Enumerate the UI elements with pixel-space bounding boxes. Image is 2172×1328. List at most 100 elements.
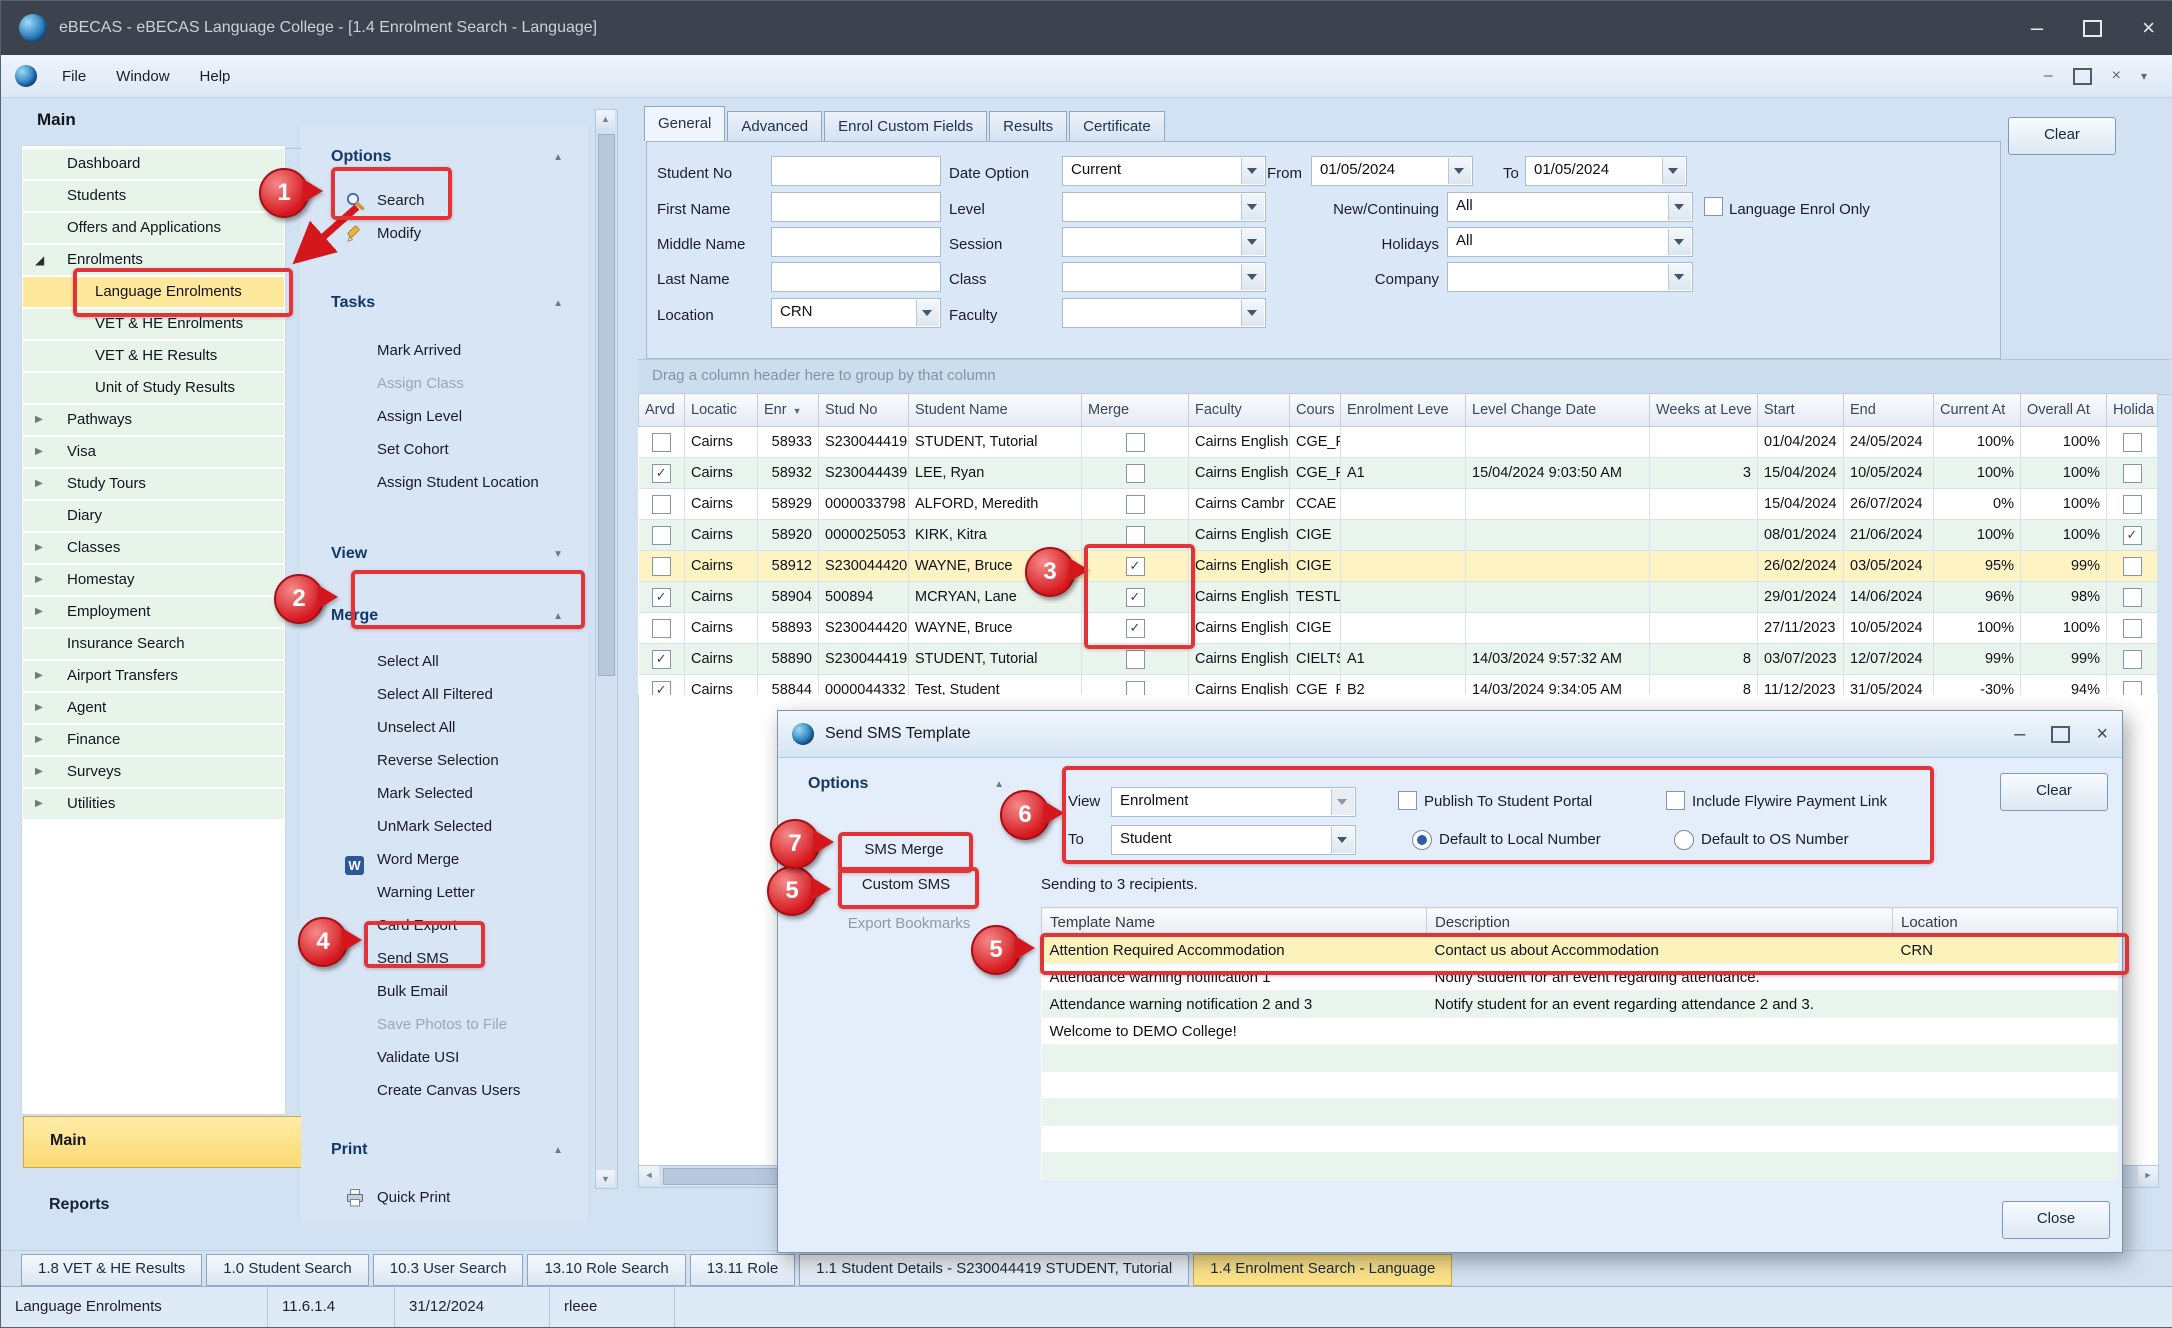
collapse-arrow-icon[interactable]: ▲ (553, 152, 563, 163)
tab-advanced[interactable]: Advanced (727, 111, 822, 141)
column-header-level-change-date[interactable]: Level Change Date (1466, 394, 1650, 427)
table-row[interactable]: Cairns58893S230044420WAYNE, BruceCairns … (639, 613, 2158, 644)
collapsed-triangle-icon[interactable]: ▶ (35, 565, 57, 595)
merge-checkbox[interactable] (1126, 464, 1145, 483)
column-header-merge[interactable]: Merge (1082, 394, 1189, 427)
sidebar-item-vet-he-results[interactable]: VET & HE Results (23, 341, 284, 371)
column-header-enrolment-leve[interactable]: Enrolment Leve (1341, 394, 1466, 427)
action-mark-selected[interactable]: Mark Selected (301, 777, 587, 810)
action-bulk-email[interactable]: Bulk Email (301, 975, 587, 1008)
collapse-arrow-icon[interactable]: ▲ (553, 611, 563, 622)
location-select[interactable]: CRN (771, 298, 941, 328)
dialog-minimize-button[interactable]: – (2014, 723, 2025, 746)
tab-certificate[interactable]: Certificate (1069, 111, 1165, 141)
sidebar-item-vet-he-enrolments[interactable]: VET & HE Enrolments (23, 309, 284, 339)
cell-arvd[interactable] (639, 644, 685, 675)
column-header-holida[interactable]: Holida (2107, 394, 2158, 427)
dialog-close-action-button[interactable]: Close (2002, 1201, 2110, 1239)
cell-arvd[interactable] (639, 582, 685, 613)
action-reverse-selection[interactable]: Reverse Selection (301, 744, 587, 777)
cell-holiday[interactable] (2107, 489, 2158, 520)
action-unmark-selected[interactable]: UnMark Selected (301, 810, 587, 843)
arvd-checkbox[interactable] (652, 557, 671, 576)
mdi-minimize-icon[interactable]: – (2044, 67, 2053, 85)
scroll-down-icon[interactable]: ▼ (596, 1170, 615, 1188)
action-warning-letter[interactable]: Warning Letter (301, 876, 587, 909)
scroll-right-icon[interactable]: ► (2138, 1166, 2158, 1185)
view-select[interactable]: Enrolment (1111, 787, 1356, 817)
arvd-checkbox[interactable] (652, 588, 671, 607)
cell-holiday[interactable] (2107, 644, 2158, 675)
sidebar-item-agent[interactable]: ▶Agent (23, 693, 284, 723)
action-card-export[interactable]: Card Export (301, 909, 587, 942)
action-assign-level[interactable]: Assign Level (301, 400, 587, 433)
sidebar-item-enrolments[interactable]: ◢Enrolments (23, 245, 284, 275)
holiday-checkbox[interactable] (2123, 464, 2142, 483)
tab-enrol-custom-fields[interactable]: Enrol Custom Fields (824, 111, 987, 141)
cell-arvd[interactable] (639, 458, 685, 489)
menu-window[interactable]: Window (101, 61, 184, 92)
sidebar-item-diary[interactable]: Diary (23, 501, 284, 531)
action-quick-print[interactable]: Quick Print (301, 1181, 587, 1214)
group-by-bar[interactable]: Drag a column header here to group by th… (638, 359, 2171, 395)
to-select[interactable]: Student (1111, 825, 1356, 855)
holiday-checkbox[interactable] (2123, 526, 2142, 545)
collapsed-triangle-icon[interactable]: ▶ (35, 437, 57, 467)
from-date-input[interactable]: 01/05/2024 (1311, 156, 1473, 186)
merge-checkbox[interactable] (1126, 557, 1145, 576)
window-list-arrow-icon[interactable]: ▾ (2141, 69, 2147, 83)
dropdown-arrow-icon[interactable] (1448, 158, 1471, 184)
collapse-arrow-icon[interactable]: ▲ (553, 298, 563, 309)
column-header-overall-at[interactable]: Overall At (2021, 394, 2107, 427)
dialog-maximize-button[interactable] (2051, 726, 2070, 743)
action-select-all[interactable]: Select All (301, 645, 587, 678)
cell-merge[interactable] (1082, 551, 1189, 582)
company-select[interactable] (1447, 262, 1693, 292)
student-no-input[interactable] (771, 156, 941, 186)
minimize-button[interactable]: – (2031, 15, 2043, 41)
menu-file[interactable]: File (47, 61, 101, 92)
table-row[interactable]: Cairns58904500894MCRYAN, LaneCairns Engl… (639, 582, 2158, 613)
scrollbar-thumb[interactable] (598, 134, 615, 676)
panel-section-merge[interactable]: Merge▲ (301, 603, 587, 629)
collapsed-triangle-icon[interactable]: ▶ (35, 533, 57, 563)
holiday-checkbox[interactable] (2123, 495, 2142, 514)
level-select[interactable] (1062, 192, 1266, 222)
sidebar-item-airport-transfers[interactable]: ▶Airport Transfers (23, 661, 284, 691)
dialog-close-button[interactable]: × (2096, 723, 2108, 746)
dropdown-arrow-icon[interactable] (1668, 194, 1691, 220)
cell-merge[interactable] (1082, 520, 1189, 551)
column-header-enr[interactable]: Enr▼ (758, 394, 819, 427)
holiday-checkbox[interactable] (2123, 619, 2142, 638)
language-enrol-only-checkbox[interactable] (1704, 197, 1723, 216)
new-continuing-select[interactable]: All (1447, 192, 1693, 222)
dropdown-arrow-icon[interactable] (1668, 264, 1691, 290)
template-column-description[interactable]: Description (1427, 908, 1893, 937)
merge-checkbox[interactable] (1126, 495, 1145, 514)
table-row[interactable]: Cairns589290000033798ALFORD, MeredithCai… (639, 489, 2158, 520)
sidebar-item-dashboard[interactable]: Dashboard (23, 149, 284, 179)
cell-holiday[interactable] (2107, 427, 2158, 458)
sidebar-item-language-enrolments[interactable]: Language Enrolments (23, 277, 284, 307)
arvd-checkbox[interactable] (652, 619, 671, 638)
column-header-cours[interactable]: Cours (1290, 394, 1341, 427)
middle-name-input[interactable] (771, 227, 941, 257)
collapsed-triangle-icon[interactable]: ▶ (35, 725, 57, 755)
holiday-checkbox[interactable] (2123, 433, 2142, 452)
bottom-tab-1-1-student-details-s230044419-student-tutorial[interactable]: 1.1 Student Details - S230044419 STUDENT… (799, 1254, 1189, 1286)
arvd-checkbox[interactable] (652, 464, 671, 483)
holidays-select[interactable]: All (1447, 227, 1693, 257)
cell-holiday[interactable] (2107, 613, 2158, 644)
cell-merge[interactable] (1082, 489, 1189, 520)
cell-merge[interactable] (1082, 582, 1189, 613)
mdi-close-icon[interactable]: × (2112, 67, 2121, 85)
cell-holiday[interactable] (2107, 582, 2158, 613)
column-header-arvd[interactable]: Arvd (639, 394, 685, 427)
merge-checkbox[interactable] (1126, 588, 1145, 607)
panel-section-view[interactable]: View▼ (301, 541, 587, 567)
close-button[interactable]: × (2142, 15, 2155, 41)
os-number-radio[interactable] (1674, 830, 1694, 850)
bottom-tab-1-8-vet-he-results[interactable]: 1.8 VET & HE Results (21, 1254, 202, 1286)
collapsed-triangle-icon[interactable]: ▶ (35, 693, 57, 723)
clear-button[interactable]: Clear (2008, 117, 2116, 155)
